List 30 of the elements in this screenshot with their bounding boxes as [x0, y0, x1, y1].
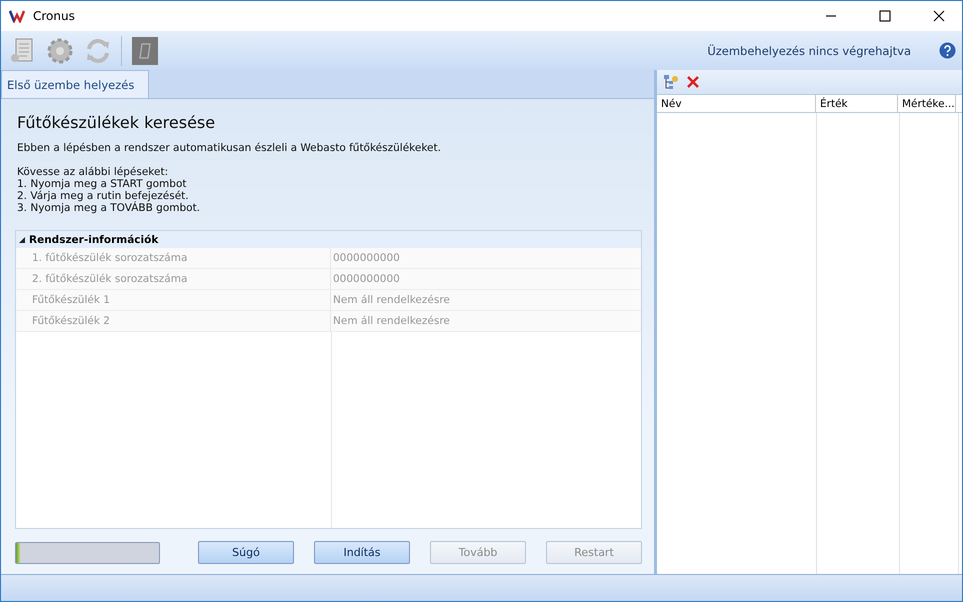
instruction-line: 1. Nyomja meg a START gombot	[17, 178, 188, 190]
instruction-line: 2. Várja meg a rutin befejezését.	[17, 190, 190, 202]
tab[interactable]: Első üzembe helyezés	[1, 70, 150, 98]
property-value: 0000000000	[331, 248, 641, 268]
action-button[interactable]: Indítás	[314, 541, 410, 564]
instruction-line: Kövesse az alábbi lépéseket:	[17, 166, 170, 178]
commissioning-status: Üzembehelyezés nincs végrehajtva	[707, 44, 911, 58]
description-text: Ebben a lépésben a rendszer automatikusan észleli a Webasto fűtőkészülékeket.	[17, 142, 442, 154]
help-icon[interactable]	[939, 42, 956, 59]
category-label: Rendszer-információk	[29, 234, 158, 246]
column-header[interactable]: Mértéke...	[898, 95, 956, 112]
digit-display-icon	[130, 36, 160, 66]
page-heading: Fűtőkészülékek keresése	[17, 113, 216, 132]
window-title: Cronus	[33, 9, 76, 23]
app-logo-icon	[9, 9, 25, 23]
delete-icon[interactable]	[685, 74, 701, 90]
property-name: 1. fűtőkészülék sorozatszáma	[16, 248, 331, 268]
expand-icon[interactable]	[18, 236, 26, 244]
instruction-line: 3. Nyomja meg a TOVÁBB gombot.	[17, 202, 202, 214]
property-name: 2. fűtőkészülék sorozatszáma	[16, 269, 331, 289]
column-header[interactable]: Név	[657, 95, 816, 112]
action-button[interactable]: Súgó	[198, 541, 294, 564]
property-value: Nem áll rendelkezésre	[331, 290, 641, 310]
tree-icon[interactable]	[663, 74, 679, 90]
column-header[interactable]: Érték	[816, 95, 898, 112]
property-name: Fűtőkészülék 2	[16, 311, 331, 331]
category-header[interactable]: Rendszer-információk	[16, 231, 641, 248]
property-value: 0000000000	[331, 269, 641, 289]
property-value: Nem áll rendelkezésre	[331, 311, 641, 331]
property-name: Fűtőkészülék 1	[16, 290, 331, 310]
